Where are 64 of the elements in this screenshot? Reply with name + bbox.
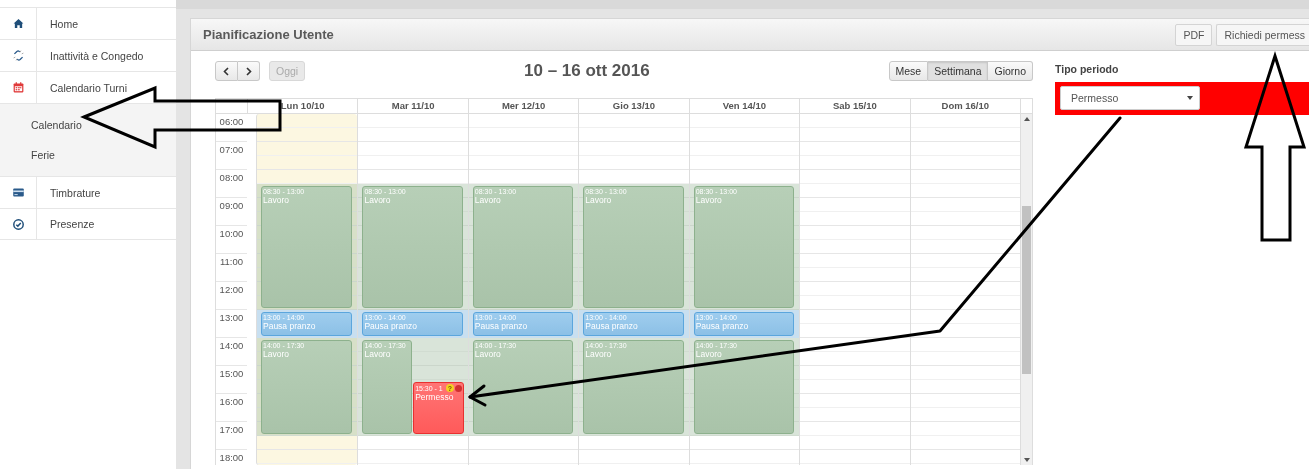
toolbar-button[interactable]: Richiedi permess [1216, 23, 1309, 46]
caret-icon [1187, 96, 1193, 100]
event-title: Lavoro [263, 195, 290, 205]
panel-title: Pianificazione Utente [203, 27, 335, 42]
event-title: Pausa pranzo [695, 321, 750, 331]
view-tab[interactable]: Settimana [928, 61, 989, 81]
sidebar-item[interactable]: Timbrature [37, 177, 101, 208]
chevron-left-icon [222, 66, 231, 76]
event-title: Lavoro [474, 195, 502, 205]
day-header: Dom 16/10 [909, 99, 1020, 114]
next-button[interactable] [238, 61, 260, 81]
scrollbar-thumb[interactable] [1022, 206, 1031, 374]
event-title: Lavoro [585, 195, 613, 205]
time-label: 16:00 [216, 394, 247, 422]
previous-button[interactable] [215, 61, 238, 81]
event-title: Pausa pranzo [585, 321, 639, 331]
card-icon [11, 186, 25, 199]
scroll-down-icon[interactable] [1023, 458, 1030, 462]
sidebar-subitem[interactable]: Ferie [0, 140, 176, 170]
event-title: Lavoro [474, 349, 502, 359]
time-label: 13:00 [216, 310, 247, 338]
time-label: 10:00 [216, 226, 247, 254]
view-tab[interactable]: Mese [888, 61, 929, 81]
home-icon [11, 17, 25, 30]
event-title: Lavoro [695, 195, 723, 205]
time-label: 14:00 [216, 338, 247, 366]
link-icon [11, 49, 25, 62]
time-label: 18:00 [216, 450, 247, 465]
day-header: Mer 12/10 [467, 99, 579, 114]
time-label: 11:00 [216, 254, 247, 282]
event-title: Lavoro [695, 349, 723, 359]
event-title: Pausa pranzo [263, 321, 317, 331]
day-header: Gio 13/10 [578, 99, 689, 114]
sidebar-item[interactable]: Calendario Turni [37, 72, 128, 103]
period-type-select[interactable]: Permesso [1060, 86, 1200, 110]
check-icon [11, 217, 25, 231]
time-label: 07:00 [216, 142, 247, 170]
event-title: Lavoro [364, 195, 392, 205]
day-header: Ven 14/10 [688, 99, 800, 114]
sidebar-item[interactable]: Home [37, 8, 78, 39]
sidebar-subitem[interactable]: Calendario [0, 110, 176, 140]
event-title: Pausa pranzo [364, 321, 418, 331]
time-label: 17:00 [216, 422, 247, 450]
time-label: 08:00 [216, 170, 247, 198]
sidebar-item[interactable]: Presenze [37, 209, 95, 239]
scroll-up-icon[interactable] [1023, 117, 1030, 121]
view-tab[interactable]: Giorno [988, 61, 1033, 81]
chevron-right-icon [244, 66, 253, 76]
event-title: Pausa pranzo [474, 321, 529, 331]
event-title: Lavoro [263, 349, 290, 359]
toolbar-button[interactable]: PDF [1175, 23, 1213, 46]
calendar-icon [11, 81, 25, 94]
day-header: Sab 15/10 [799, 99, 910, 114]
sidebar-item[interactable]: Inattività e Congedo [37, 40, 144, 71]
date-range-title: 10 – 16 ott 2016 [523, 61, 651, 81]
event-title: Permesso [415, 392, 455, 402]
event-title: Lavoro [364, 349, 392, 359]
field-label: Tipo periodo [1055, 63, 1120, 75]
time-label: 15:00 [216, 366, 247, 394]
time-label: 12:00 [216, 282, 247, 310]
event-title: Lavoro [585, 349, 613, 359]
time-label: 09:00 [216, 198, 247, 226]
time-label: 06:00 [216, 114, 247, 142]
day-header: Mar 11/10 [357, 99, 468, 114]
